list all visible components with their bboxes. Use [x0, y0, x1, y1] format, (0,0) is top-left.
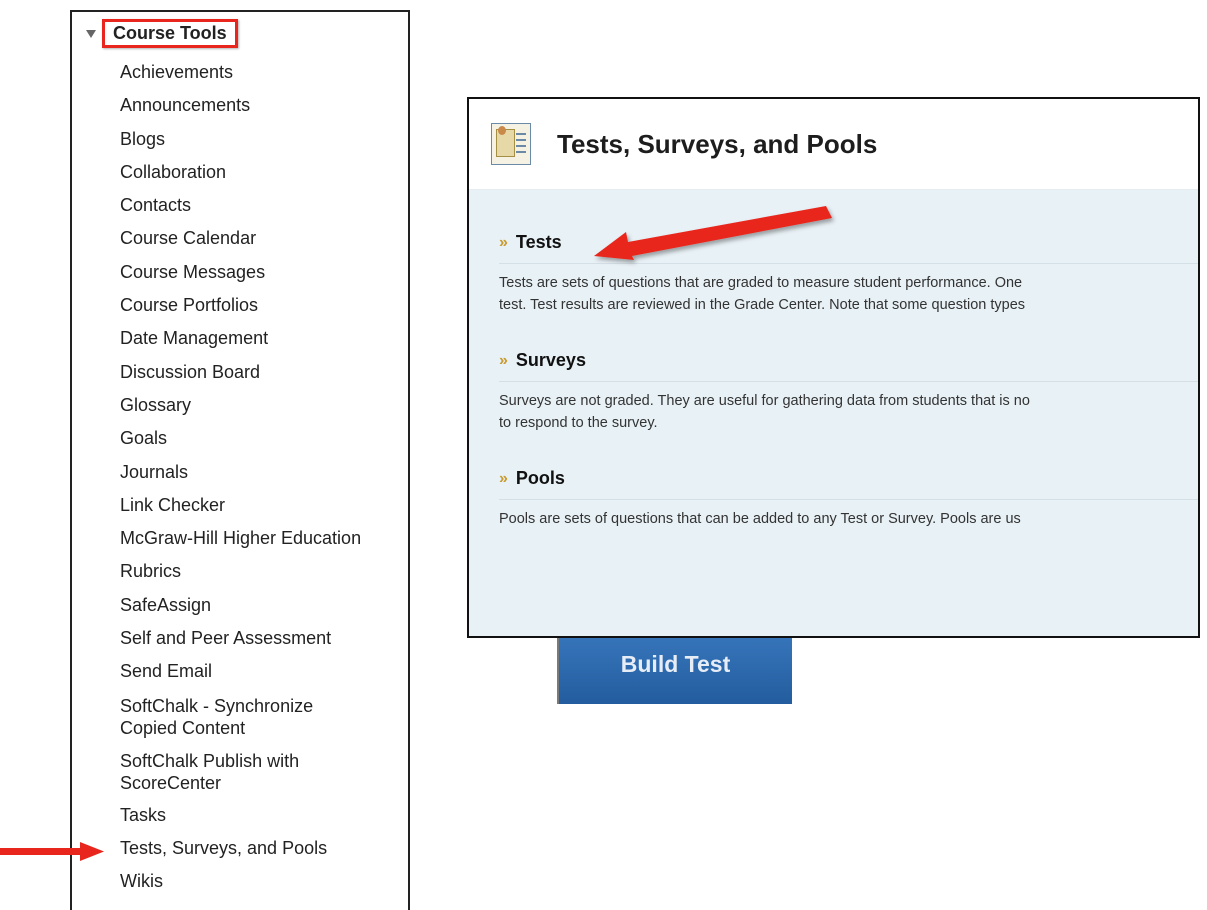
- tool-item-softchalk-synchronize[interactable]: SoftChalk - Synchronize Copied Content: [120, 689, 360, 744]
- tool-item-course-messages[interactable]: Course Messages: [120, 256, 410, 289]
- tool-item-tests-surveys-pools[interactable]: Tests, Surveys, and Pools: [120, 832, 410, 865]
- chevron-right-icon: »: [499, 351, 508, 369]
- surveys-description-line2: to respond to the survey.: [499, 415, 658, 431]
- tool-item-tasks[interactable]: Tasks: [120, 799, 410, 832]
- section-heading-surveys[interactable]: » Surveys: [499, 350, 1198, 382]
- tool-item-course-calendar[interactable]: Course Calendar: [120, 222, 410, 255]
- tool-item-send-email[interactable]: Send Email: [120, 655, 410, 688]
- tests-surveys-pools-card: Tests, Surveys, and Pools » Tests Tests …: [467, 97, 1200, 638]
- annotation-arrow-left: [0, 842, 104, 861]
- page-title: Tests, Surveys, and Pools: [557, 128, 878, 159]
- tool-item-safeassign[interactable]: SafeAssign: [120, 589, 410, 622]
- tool-item-announcements[interactable]: Announcements: [120, 89, 410, 122]
- surveys-link[interactable]: Surveys: [516, 350, 586, 371]
- tool-item-course-portfolios[interactable]: Course Portfolios: [120, 289, 410, 322]
- surveys-description-line1: Surveys are not graded. They are useful …: [499, 393, 1030, 409]
- tool-item-link-checker[interactable]: Link Checker: [120, 489, 410, 522]
- chevron-right-icon: »: [499, 233, 508, 251]
- tool-item-wikis[interactable]: Wikis: [120, 865, 410, 898]
- tool-item-journals[interactable]: Journals: [120, 456, 410, 489]
- tool-item-self-peer-assessment[interactable]: Self and Peer Assessment: [120, 622, 410, 655]
- card-header: Tests, Surveys, and Pools: [469, 99, 1198, 190]
- tool-item-contacts[interactable]: Contacts: [120, 189, 410, 222]
- collapse-triangle-icon[interactable]: [86, 30, 96, 38]
- tests-description-line2: test. Test results are reviewed in the G…: [499, 297, 1026, 313]
- course-tools-list: Achievements Announcements Blogs Collabo…: [120, 56, 410, 899]
- tests-link[interactable]: Tests: [516, 232, 562, 253]
- tool-item-collaboration[interactable]: Collaboration: [120, 156, 410, 189]
- annotation-arrow-tests: [594, 206, 832, 260]
- course-tools-panel: Course Tools Achievements Announcements …: [70, 10, 410, 910]
- tests-page-icon: [491, 123, 531, 165]
- pools-description-line1: Pools are sets of questions that can be …: [499, 511, 1021, 527]
- tool-item-mcgraw-hill[interactable]: McGraw-Hill Higher Education: [120, 522, 410, 555]
- pools-link[interactable]: Pools: [516, 468, 565, 489]
- section-pools: » Pools Pools are sets of questions that…: [499, 468, 1198, 530]
- tool-item-date-management[interactable]: Date Management: [120, 322, 410, 355]
- section-heading-pools[interactable]: » Pools: [499, 468, 1198, 500]
- course-tools-header[interactable]: Course Tools: [86, 18, 238, 48]
- tool-item-discussion-board[interactable]: Discussion Board: [120, 356, 410, 389]
- course-tools-title: Course Tools: [102, 18, 238, 48]
- tool-item-achievements[interactable]: Achievements: [120, 56, 410, 89]
- section-surveys: » Surveys Surveys are not graded. They a…: [499, 350, 1198, 434]
- tool-item-blogs[interactable]: Blogs: [120, 123, 410, 156]
- tool-item-softchalk-publish[interactable]: SoftChalk Publish with ScoreCenter: [120, 744, 360, 799]
- tool-item-goals[interactable]: Goals: [120, 422, 410, 455]
- tool-item-glossary[interactable]: Glossary: [120, 389, 410, 422]
- tool-item-rubrics[interactable]: Rubrics: [120, 555, 410, 588]
- chevron-right-icon: »: [499, 469, 508, 487]
